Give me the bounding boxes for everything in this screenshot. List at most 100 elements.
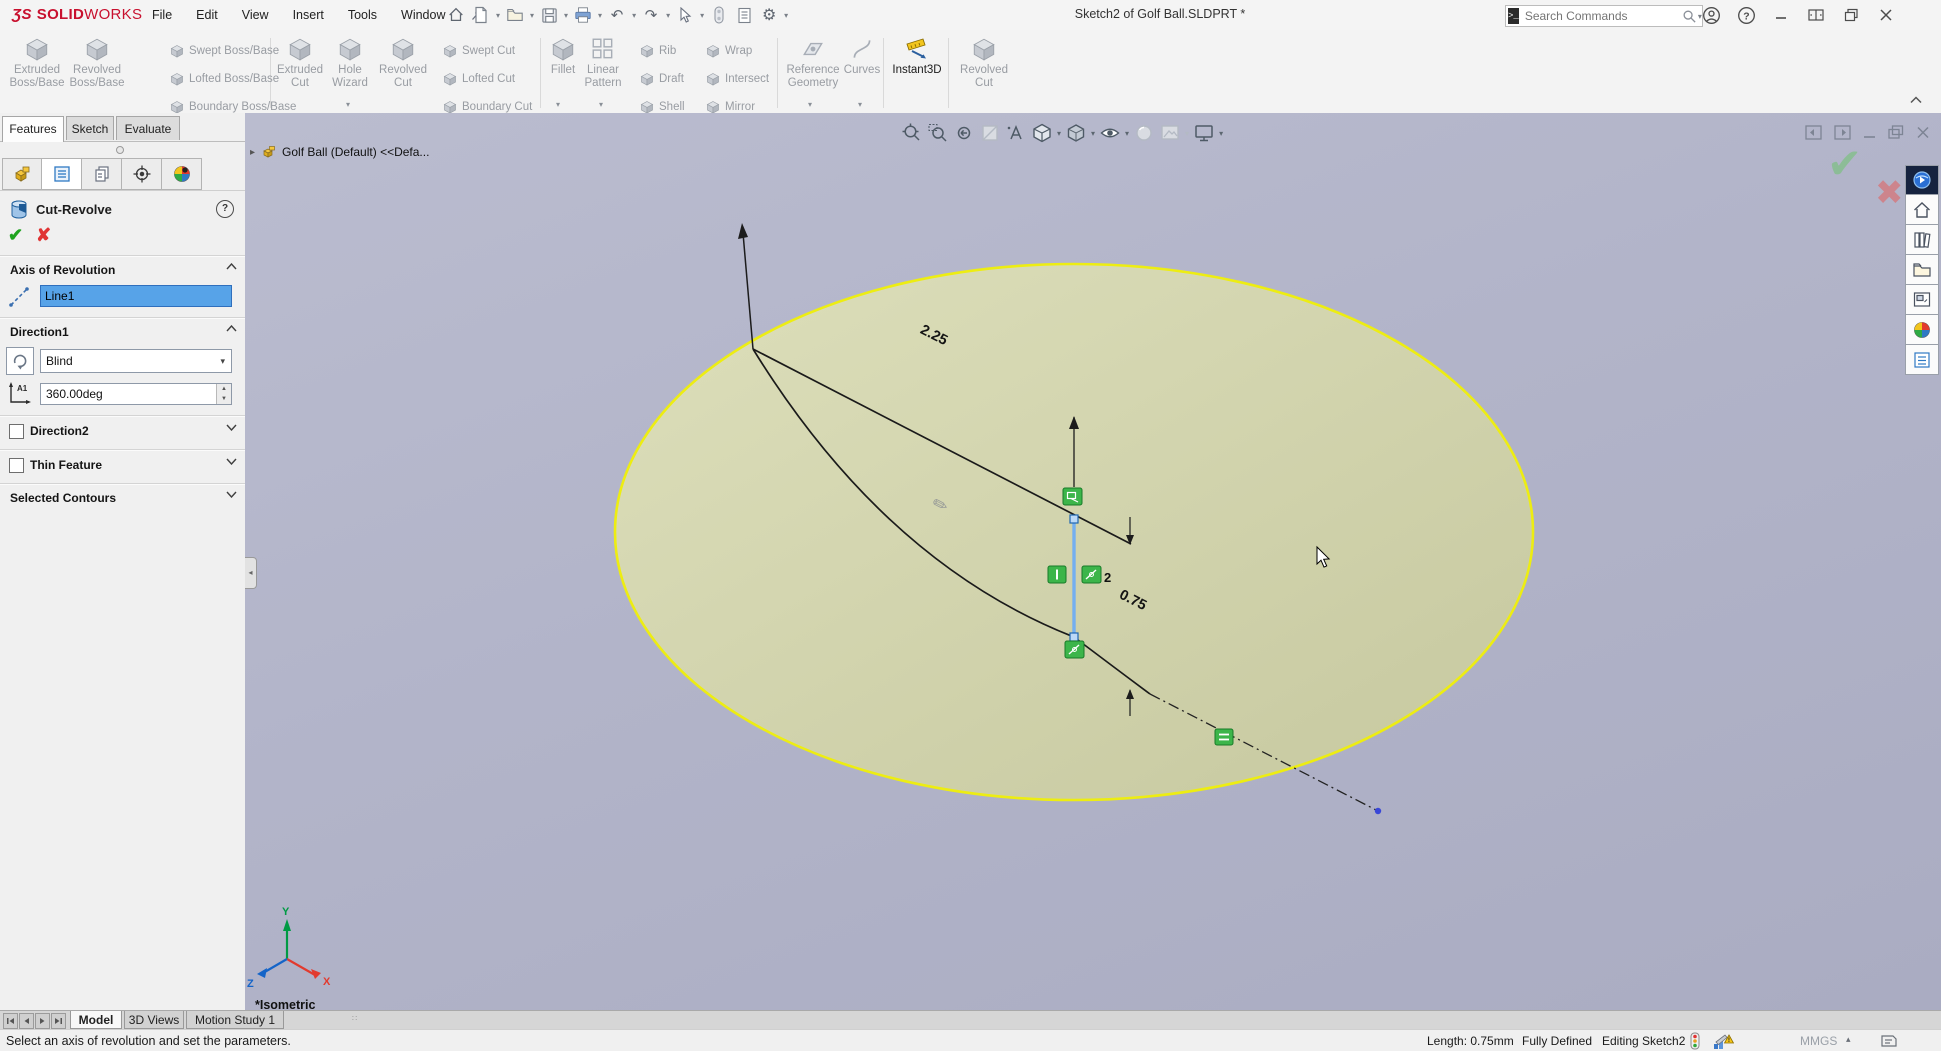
options-gear-icon[interactable]: ⚙ <box>758 4 780 26</box>
next-tab-icon[interactable] <box>35 1013 50 1029</box>
hide-show-items-icon[interactable] <box>1098 121 1122 145</box>
file-properties-icon[interactable] <box>733 4 755 26</box>
featuremanager-tab[interactable] <box>2 158 42 190</box>
search-input[interactable] <box>1523 8 1682 24</box>
tree-item-label[interactable]: Golf Ball (Default) <<Defa... <box>282 145 429 159</box>
pm-cancel-button[interactable]: ✘ <box>36 225 51 246</box>
print-icon[interactable] <box>572 4 594 26</box>
active-revolved-cut-button[interactable]: Revolved Cut <box>952 36 1016 90</box>
displaymanager-tab[interactable] <box>162 158 202 190</box>
last-tab-icon[interactable] <box>51 1013 66 1029</box>
linear-pattern-button[interactable]: Linear Pattern <box>575 36 631 90</box>
axis-selection-field[interactable] <box>40 285 232 307</box>
confirmation-ok-icon[interactable]: ✔ <box>1827 139 1862 188</box>
open-caret-icon[interactable]: ▾ <box>530 11 534 20</box>
apply-scene-icon[interactable] <box>1158 121 1182 145</box>
linear-pattern-caret-icon[interactable]: ▾ <box>599 100 603 109</box>
line1-top-endpoint[interactable] <box>1070 515 1078 523</box>
end-condition-dropdown[interactable]: Blind ▾ <box>40 349 232 373</box>
fillet-caret-icon[interactable]: ▾ <box>556 100 560 109</box>
selected-contours-section-header[interactable]: Selected Contours <box>10 491 116 505</box>
view-settings-icon[interactable] <box>1192 121 1216 145</box>
save-caret-icon[interactable]: ▾ <box>564 11 568 20</box>
search-commands-box[interactable]: >_ ▾ <box>1505 5 1703 27</box>
rebuild-status-icon[interactable] <box>1690 1032 1700 1050</box>
tab-evaluate[interactable]: Evaluate <box>116 116 180 140</box>
line1-bottom-endpoint[interactable] <box>1070 633 1078 641</box>
open-document-icon[interactable] <box>504 4 526 26</box>
previous-view-icon[interactable] <box>952 121 976 145</box>
view-orientation-icon[interactable] <box>1030 121 1054 145</box>
close-document-icon[interactable] <box>1916 125 1930 140</box>
lofted-boss-base-button[interactable]: Lofted Boss/Base <box>170 72 279 86</box>
angle-spinner[interactable]: ▲▼ <box>216 384 231 404</box>
hide-show-items-caret-icon[interactable]: ▾ <box>1125 129 1129 138</box>
display-style-icon[interactable] <box>1064 121 1088 145</box>
select-caret-icon[interactable]: ▾ <box>700 11 704 20</box>
curves-button[interactable]: Curves <box>840 36 884 77</box>
tab-model[interactable]: Model <box>70 1011 122 1029</box>
search-magnifier-icon[interactable] <box>1682 9 1697 24</box>
span-displays-button[interactable] <box>1803 3 1829 27</box>
thin-feature-expand-chevron-icon[interactable] <box>226 458 237 465</box>
panel-collapse-handle[interactable]: ◂ <box>245 557 257 589</box>
reference-geometry-button[interactable]: Reference Geometry <box>780 36 846 90</box>
home-tab[interactable] <box>1905 195 1939 225</box>
thin-feature-checkbox[interactable] <box>9 458 24 473</box>
direction2-expand-chevron-icon[interactable] <box>226 424 237 431</box>
intersect-button[interactable]: Intersect <box>706 72 769 86</box>
minimize-button[interactable] <box>1768 3 1794 27</box>
shell-button[interactable]: Shell <box>640 100 685 114</box>
direction2-section-header[interactable]: Direction2 <box>30 424 89 438</box>
panel-splitter-handle[interactable] <box>116 146 124 154</box>
swept-boss-base-button[interactable]: Swept Boss/Base <box>170 44 279 58</box>
draft-button[interactable]: Draft <box>640 72 684 86</box>
spinner-up-icon[interactable]: ▲ <box>217 384 231 394</box>
revolved-cut-button[interactable]: Revolved Cut <box>371 36 435 90</box>
zoom-to-fit-icon[interactable] <box>900 121 924 145</box>
swept-cut-button[interactable]: Swept Cut <box>443 44 515 58</box>
reference-geometry-caret-icon[interactable]: ▾ <box>808 100 812 109</box>
section-view-icon[interactable] <box>978 121 1002 145</box>
minimize-document-icon[interactable] <box>1863 125 1876 140</box>
mirror-button[interactable]: Mirror <box>706 100 755 114</box>
boundary-boss-base-button[interactable]: Boundary Boss/Base <box>170 100 296 114</box>
confirmation-cancel-icon[interactable]: ✖ <box>1875 173 1904 213</box>
tab-3d-views[interactable]: 3D Views <box>124 1011 184 1029</box>
pm-help-icon[interactable]: ? <box>216 200 234 218</box>
next-window-icon[interactable] <box>1834 125 1851 140</box>
rebuild-icon[interactable] <box>708 4 730 26</box>
lofted-cut-button[interactable]: Lofted Cut <box>443 72 515 86</box>
graphics-viewport[interactable]: 2 2.25 0.75 ✎ <box>245 113 1941 1010</box>
zoom-to-area-icon[interactable] <box>926 121 950 145</box>
options-caret-icon[interactable]: ▾ <box>784 11 788 20</box>
design-library-tab[interactable] <box>1905 225 1939 255</box>
relation-badge-vertical[interactable] <box>1048 566 1066 583</box>
redo-caret-icon[interactable]: ▾ <box>666 11 670 20</box>
pm-ok-button[interactable]: ✔ <box>8 225 23 246</box>
help-icon[interactable]: ? <box>1733 3 1759 27</box>
appearances-tab[interactable] <box>1905 315 1939 345</box>
apply-scene-caret-icon[interactable]: ▾ <box>1185 129 1189 138</box>
dimxpertmanager-tab[interactable] <box>122 158 162 190</box>
sketch-warning-icon[interactable]: ! <box>1712 1033 1734 1050</box>
sketch-canvas[interactable]: 2 2.25 0.75 ✎ <box>245 113 1941 1010</box>
home-icon[interactable] <box>445 4 467 26</box>
direction2-checkbox[interactable] <box>9 424 24 439</box>
tab-features[interactable]: Features <box>2 116 64 142</box>
restore-button[interactable] <box>1838 3 1864 27</box>
login-account-icon[interactable] <box>1698 3 1724 27</box>
status-units[interactable]: MMGS <box>1800 1034 1837 1048</box>
relation-badge-pierce-bottom[interactable] <box>1065 641 1084 658</box>
relation-badge-coincident[interactable] <box>1063 488 1082 505</box>
centerline-endpoint[interactable] <box>1375 808 1381 814</box>
menu-edit[interactable]: Edit <box>184 8 230 22</box>
custom-properties-tab[interactable] <box>1905 345 1939 375</box>
axis-section-header[interactable]: Axis of Revolution <box>10 263 115 277</box>
select-icon[interactable] <box>674 4 696 26</box>
view-orientation-caret-icon[interactable]: ▾ <box>1057 129 1061 138</box>
hole-wizard-caret-icon[interactable]: ▾ <box>346 100 350 109</box>
restore-document-icon[interactable] <box>1888 125 1904 140</box>
menu-insert[interactable]: Insert <box>281 8 336 22</box>
edit-appearance-icon[interactable] <box>1132 121 1156 145</box>
